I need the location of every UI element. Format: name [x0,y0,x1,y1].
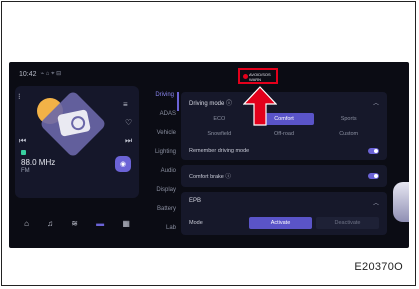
driving-mode-options: ECO Comfort Sports Snowfield Off-road Cu… [181,113,387,144]
menu-item-battery[interactable]: Battery [145,206,179,225]
epb-mode-row: Mode Activate Deactivate [181,213,387,235]
radio-card[interactable]: ⁝ ≡ ♡ ⏮ ⏭ 88.0 MHz FM ◉ [15,86,139,198]
driving-mode-title: Driving mode ⓘ [189,101,233,107]
menu-item-lab[interactable]: Lab [145,225,179,244]
remember-mode-row: Remember driving mode [181,144,387,160]
mode-custom[interactable]: Custom [318,128,379,140]
comfort-brake-toggle[interactable] [368,173,379,179]
menu-item-display[interactable]: Display [145,187,179,206]
pointer-arrow-icon [243,86,277,126]
menu-item-lighting[interactable]: Lighting [145,149,179,168]
climate-icon[interactable]: ≋ [71,219,78,228]
mode-off-road[interactable]: Off-road [254,128,315,140]
epb-activate[interactable]: Activate [249,217,312,229]
menu-icon[interactable]: ⁝ [18,92,21,101]
warning-icon [243,74,248,79]
dock: ⌂ ♫ ≋ ▬ ▦ [15,212,139,234]
music-icon[interactable]: ♫ [47,219,53,228]
favorite-icon[interactable]: ♡ [125,118,132,127]
next-icon[interactable]: ⏭ [125,136,132,146]
epb-mode-switch: Activate Deactivate [249,217,379,229]
frequency: 88.0 MHz [21,158,56,167]
clock: 10:42 [19,70,37,78]
remember-mode-toggle[interactable] [368,148,379,154]
settings-menu: Driving ADAS Vehicle Lighting Audio Disp… [145,92,179,244]
signal-icon [21,150,26,155]
comfort-brake-section: Comfort brake ⓘ [181,165,387,187]
settings-panel: Driving mode ⓘ ︿ ECO Comfort Sports Snow… [181,92,387,248]
comfort-brake-row: Comfort brake ⓘ [181,165,387,187]
epb-deactivate[interactable]: Deactivate [316,217,379,229]
figure-frame: 10:42 ⌁ ⌂ ⌖ ⊟ ⁝ ≡ ♡ ⏮ ⏭ 88.0 MHz FM ◉ ⌂ … [1,1,416,286]
epb-section: EPB ︿ Mode Activate Deactivate [181,192,387,235]
epb-mode-label: Mode [189,220,203,226]
figure-code: E20370O [354,261,403,273]
driving-mode-section: Driving mode ⓘ ︿ ECO Comfort Sports Snow… [181,92,387,160]
menu-item-vehicle[interactable]: Vehicle [145,130,179,149]
media-panel: ⁝ ≡ ♡ ⏮ ⏭ 88.0 MHz FM ◉ ⌂ ♫ ≋ ▬ ▦ [15,86,143,238]
home-icon[interactable]: ⌂ [24,219,29,228]
comfort-brake-label: Comfort brake ⓘ [189,174,231,180]
vehicle-illustration [393,182,409,222]
remember-mode-label: Remember driving mode [189,148,250,154]
audio-wave-button[interactable]: ◉ [115,156,131,172]
menu-item-audio[interactable]: Audio [145,168,179,187]
indicator-line2: WARN [249,77,262,82]
status-icons: ⌁ ⌂ ⌖ ⊟ [40,71,62,77]
infotainment-screen: 10:42 ⌁ ⌂ ⌖ ⊟ ⁝ ≡ ♡ ⏮ ⏭ 88.0 MHz FM ◉ ⌂ … [9,62,409,248]
highlighted-status-indicator: AVOID/SOS WARN [238,68,278,84]
chevron-up-icon[interactable]: ︿ [373,198,379,207]
car-icon[interactable]: ▬ [96,219,104,228]
menu-item-adas[interactable]: ADAS [145,111,179,130]
epb-title: EPB [189,198,202,204]
apps-icon[interactable]: ▦ [122,219,130,228]
band: FM [21,168,30,174]
mode-eco[interactable]: ECO [189,113,250,125]
mode-sports[interactable]: Sports [318,113,379,125]
previous-icon[interactable]: ⏮ [19,136,26,146]
status-bar: 10:42 ⌁ ⌂ ⌖ ⊟ [19,70,61,78]
menu-item-driving[interactable]: Driving [145,92,179,111]
chevron-up-icon[interactable]: ︿ [373,98,379,107]
list-icon[interactable]: ≡ [123,100,128,109]
mode-snowfield[interactable]: Snowfield [189,128,250,140]
